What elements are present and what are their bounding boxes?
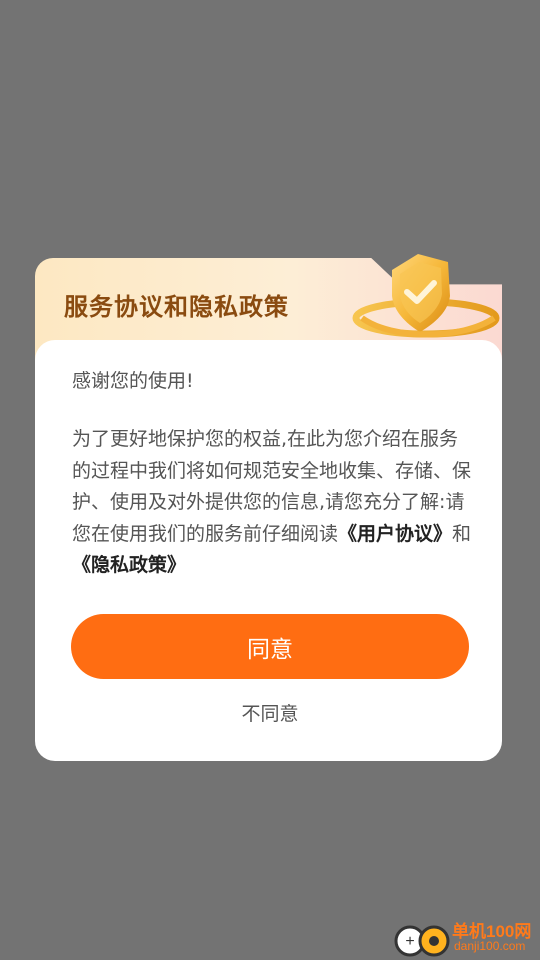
disagree-button[interactable]: 不同意 <box>200 697 340 727</box>
gamepad-logo-icon: + <box>394 925 450 957</box>
user-agreement-link[interactable]: 《用户协议》 <box>338 523 452 545</box>
site-watermark: + 单机100网 danji100.com <box>392 915 540 960</box>
watermark-site: danji100.com <box>454 939 526 953</box>
greeting-text: 感谢您的使用! <box>72 370 194 392</box>
conjunction-text: 和 <box>452 522 472 545</box>
dialog-title: 服务协议和隐私政策 <box>64 293 289 321</box>
agree-button[interactable]: 同意 <box>71 614 469 679</box>
privacy-policy-link[interactable]: 《隐私政策》 <box>72 554 186 576</box>
logo-plus-glyph: + <box>405 933 414 950</box>
gold-shield-check-icon <box>352 254 500 338</box>
agreement-description: 为了更好地保护您的权益,在此为您介绍在服务的过程中我们将如何规范安全地收集、存储… <box>72 424 472 582</box>
